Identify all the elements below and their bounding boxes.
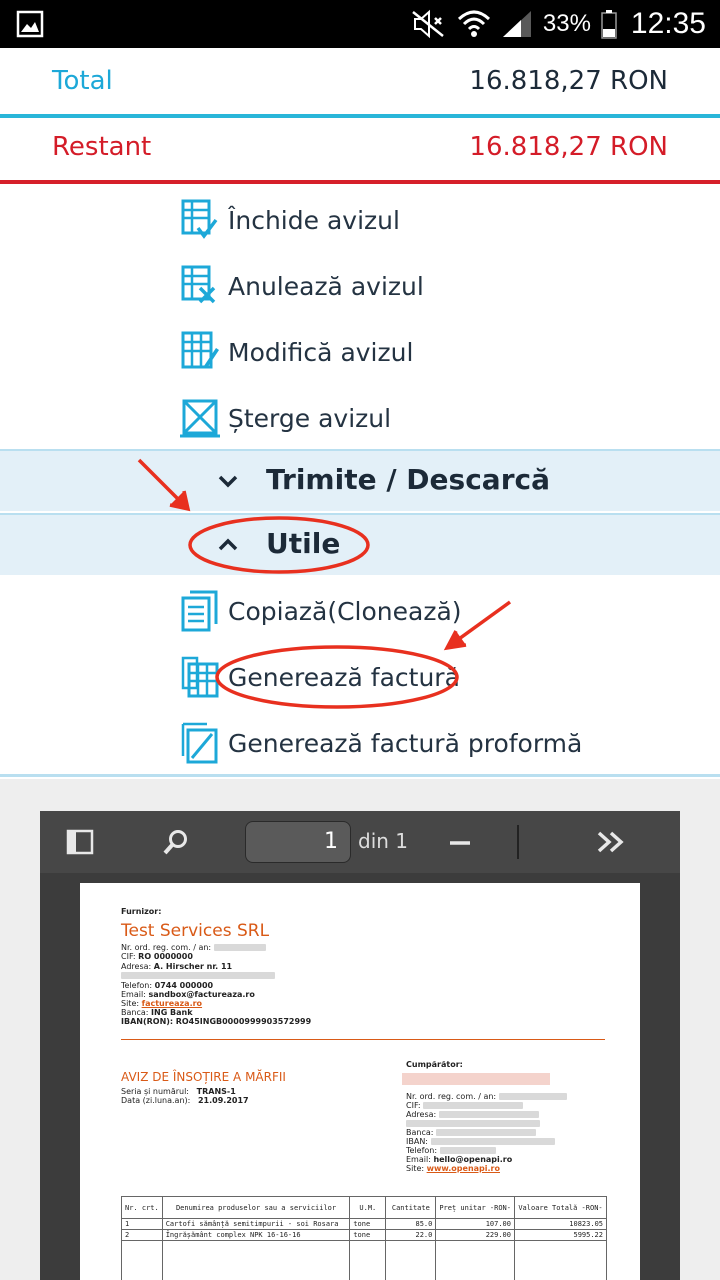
battery-percent: 33% [542,10,591,37]
col-nr: Nr. crt. [121,1196,163,1219]
edit-notice-icon [181,331,219,369]
header-rule [121,1039,605,1040]
buyer-heading: Cumpărător: [406,1060,463,1069]
total-row: Total 16.818,27 RON [0,52,720,118]
search-icon[interactable] [162,828,190,856]
close-notice-icon [181,199,218,239]
supplier-iban: IBAN(RON): RO45INGB0000999903572999 [121,1017,312,1026]
remaining-row: Restant 16.818,27 RON [0,118,720,184]
section-divider [0,774,720,777]
clone-label: Copiază(Clonează) [228,596,462,626]
col-qty: Cantitate [385,1196,437,1219]
items-table: Nr. crt. Denumirea produselor sau a serv… [121,1196,607,1280]
pdf-toolbar: 1 din 1 [40,811,680,873]
useful-title: Utile [266,527,341,560]
supplier-address-2 [121,971,275,981]
page-number-input[interactable]: 1 [245,821,351,863]
cancel-notice-icon [181,265,216,304]
generate-invoice-action[interactable]: Generează factură [180,649,460,705]
proforma-icon [181,722,218,764]
useful-section[interactable]: Utile [0,513,720,575]
next-tools-icon[interactable] [596,830,628,854]
clone-action[interactable]: Copiază(Clonează) [180,583,462,639]
wifi-icon [457,10,490,37]
gallery-notification-icon [16,10,44,38]
status-bar: 33% 12:35 [0,0,720,48]
supplier-cif: CIF: RO 0000000 [121,952,193,961]
mute-icon [412,9,444,39]
supplier-heading: Furnizor: [121,907,162,916]
chevron-down-icon [218,475,238,488]
table-row: 1 Cartofi sămânță semitimpurii - soi Ros… [121,1218,607,1230]
page-count: din 1 [358,829,409,853]
remaining-value: 16.818,27 RON [469,132,668,162]
col-unit-price: Preț unitar -RON- [435,1196,515,1219]
generate-proforma-action[interactable]: Generează factură proformă [180,715,582,771]
close-notice-action[interactable]: Închide avizul [180,192,400,248]
pdf-viewer: 1 din 1 Furnizor: Test Services SRL Nr. … [40,811,680,1280]
cancel-notice-action[interactable]: Anulează avizul [180,258,424,314]
signal-icon [502,11,531,37]
buyer-site: Site: www.openapi.ro [406,1164,500,1173]
supplier-name: Test Services SRL [121,921,270,941]
clock: 12:35 [630,7,706,40]
zoom-out-icon[interactable] [448,831,472,855]
document-title: AVIZ DE ÎNSOȚIRE A MĂRFII [121,1070,286,1084]
col-um: U.M. [349,1196,387,1219]
edit-notice-label: Modifică avizul [228,337,414,367]
edit-notice-action[interactable]: Modifică avizul [180,324,413,380]
battery-icon [601,10,617,39]
generate-invoice-icon [181,656,219,698]
delete-notice-label: Șterge avizul [228,403,392,433]
table-row: 2 Îngrășământ complex NPK 16-16-16 tone … [121,1229,607,1241]
buyer-name [402,1073,550,1085]
toolbar-separator [517,825,519,859]
generate-invoice-label: Generează factură [228,662,460,692]
total-label: Total [52,66,113,96]
col-product: Denumirea produselor sau a serviciilor [161,1196,351,1219]
delete-notice-action[interactable]: Șterge avizul [180,390,391,446]
col-total: Valoare Totală -RON- [514,1196,607,1219]
pdf-page: Furnizor: Test Services SRL Nr. ord. reg… [80,883,640,1280]
send-download-title: Trimite / Descarcă [266,463,550,496]
delete-notice-icon [180,399,220,438]
cancel-notice-label: Anulează avizul [228,271,424,301]
generate-proforma-label: Generează factură proformă [228,728,583,758]
chevron-up-icon [218,538,238,551]
table-header-row: Nr. crt. Denumirea produselor sau a serv… [121,1196,607,1219]
close-notice-label: Închide avizul [228,205,400,235]
copy-icon [181,590,218,632]
send-download-section[interactable]: Trimite / Descarcă [0,449,720,511]
total-value: 16.818,27 RON [469,66,668,96]
sidebar-toggle-icon[interactable] [66,829,94,855]
table-row [121,1240,607,1280]
remaining-label: Restant [52,132,152,162]
date-line: Data (zi.luna.an): 21.09.2017 [121,1096,249,1105]
